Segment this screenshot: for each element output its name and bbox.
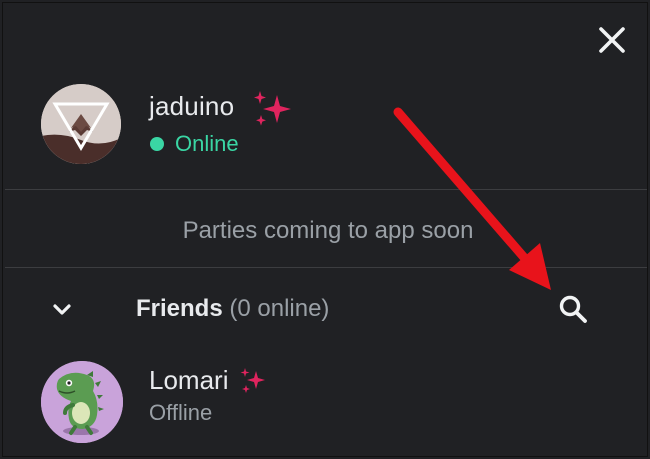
parties-message: Parties coming to app soon — [182, 217, 474, 244]
friends-header: Friends (0 online) — [136, 295, 329, 323]
mountain-avatar-icon — [41, 84, 121, 164]
divider — [5, 189, 647, 190]
sparkle-icon — [254, 91, 291, 126]
sparkle-icon — [240, 368, 265, 393]
friends-online-count: (0 online) — [229, 295, 330, 322]
friends-title: Friends — [136, 295, 223, 322]
friends-panel: jaduino Online Parties coming to app soo… — [2, 2, 648, 457]
friend-avatar[interactable] — [41, 361, 123, 443]
avatar[interactable] — [41, 84, 121, 164]
close-button[interactable] — [595, 23, 629, 57]
username: jaduino — [149, 91, 235, 121]
dinosaur-avatar-icon — [41, 361, 123, 443]
search-icon — [559, 295, 587, 323]
status-text: Online — [175, 131, 239, 156]
collapse-friends-button[interactable] — [49, 297, 75, 323]
status-dot — [150, 137, 164, 151]
divider — [5, 267, 647, 268]
chevron-down-icon — [53, 304, 71, 315]
friend-status: Offline — [149, 400, 213, 425]
friend-name[interactable]: Lomari — [149, 365, 228, 396]
close-icon — [599, 27, 625, 53]
search-friends-button[interactable] — [555, 291, 591, 327]
